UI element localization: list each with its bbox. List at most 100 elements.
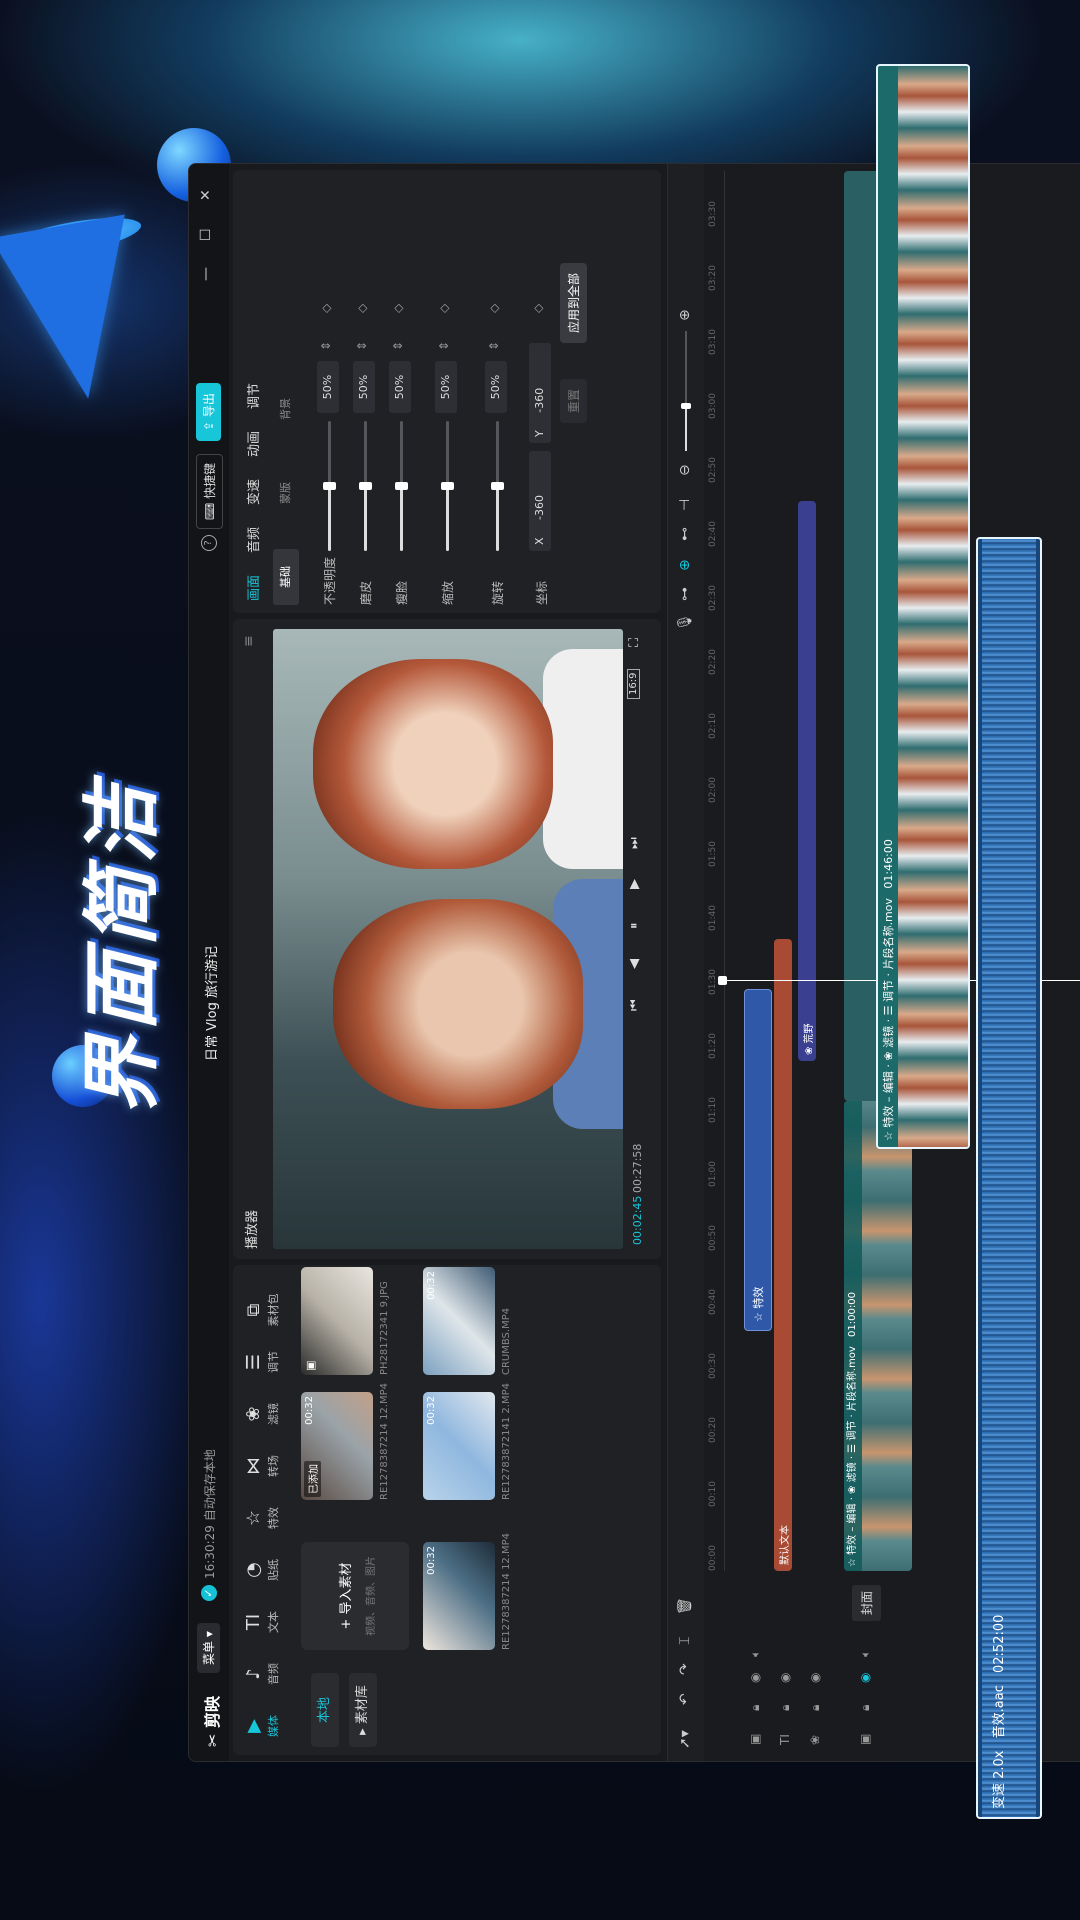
tab-animation[interactable]: 动画	[243, 431, 262, 457]
subtab-basic[interactable]: 基础	[273, 549, 299, 605]
link-preview-icon[interactable]: ⊷	[677, 527, 693, 541]
property-slider[interactable]	[395, 421, 408, 551]
redo-icon[interactable]: ↷	[677, 1663, 693, 1675]
prev-frame-icon[interactable]: ◀	[627, 959, 642, 969]
stepper-icon[interactable]: ⇕	[355, 341, 369, 351]
slider-knob[interactable]	[395, 482, 408, 490]
tool-sticker[interactable]: ◔ 贴纸	[243, 1545, 281, 1595]
close-icon[interactable]: ✕	[198, 189, 214, 201]
property-value[interactable]: 50%	[389, 361, 411, 413]
mute-icon[interactable]: 🔈︎	[748, 1650, 763, 1657]
eye-icon[interactable]: ◉	[748, 1673, 762, 1683]
stepper-icon[interactable]: ⇕	[391, 341, 405, 351]
property-slider[interactable]	[323, 421, 336, 551]
filter-clip[interactable]: ❀ 荒野	[798, 501, 816, 1061]
menu-button[interactable]: 菜单 ▾	[197, 1623, 220, 1673]
selected-video-clip-overlay[interactable]: ☆ 特效 – 编辑 · ❀ 滤镜 · ☰ 调节 · 片段名称.mov 01:46…	[876, 64, 970, 1149]
shortcut-button[interactable]: ⌨ 快捷键	[196, 453, 223, 529]
maximize-icon[interactable]: ☐	[198, 228, 214, 241]
lock-icon[interactable]: 🔒︎	[778, 1705, 793, 1711]
select-tool-icon[interactable]: ➚▾	[677, 1730, 693, 1749]
main-video-clip[interactable]: ☆ 特效 – 编辑 · ❀ 滤镜 · ☰ 调节 · 片段名称.mov 01:00…	[844, 1101, 912, 1571]
skip-end-icon[interactable]: ⏭	[627, 837, 642, 849]
property-value[interactable]: 50%	[353, 361, 375, 413]
zoom-slider[interactable]	[681, 331, 691, 451]
next-frame-icon[interactable]: ▶	[627, 879, 642, 889]
position-x-field[interactable]: X -360	[529, 451, 551, 551]
zoom-out-icon[interactable]: ⊖	[677, 464, 693, 476]
tool-transition[interactable]: ⋈ 转场	[243, 1441, 281, 1491]
property-slider[interactable]	[491, 421, 504, 551]
import-media-button[interactable]: + 导入素材 视频、音频、图片	[301, 1542, 409, 1650]
tab-picture[interactable]: 画面	[243, 575, 262, 601]
text-clip[interactable]: 默认文本	[774, 939, 792, 1571]
tool-effects[interactable]: ☆ 特效	[243, 1493, 281, 1543]
apply-all-button[interactable]: 应用到全部	[560, 262, 587, 343]
eye-icon[interactable]: ◉	[808, 1673, 822, 1683]
magnet-icon[interactable]: ⊕	[677, 559, 693, 571]
sidebar-item-local[interactable]: 本地	[311, 1673, 339, 1747]
minimize-icon[interactable]: —	[198, 267, 214, 281]
media-thumb[interactable]: 00:32	[423, 1542, 495, 1650]
aspect-ratio-button[interactable]: 16:9	[627, 668, 640, 699]
tool-adjust[interactable]: ☰ 调节	[243, 1337, 281, 1387]
subtab-background[interactable]: 背景	[273, 381, 299, 437]
reset-button[interactable]: 重置	[560, 378, 587, 423]
record-icon[interactable]: 🎙	[677, 613, 693, 631]
effect-clip[interactable]: ☆ 特效	[744, 989, 772, 1331]
fullscreen-icon[interactable]: ⛶	[627, 638, 642, 647]
keyframe-icon[interactable]: ◇	[319, 304, 333, 313]
zoom-knob[interactable]	[681, 403, 691, 409]
help-icon[interactable]: ?	[201, 535, 217, 551]
keyframe-icon[interactable]: ◇	[531, 304, 545, 313]
slider-knob[interactable]	[441, 482, 454, 490]
property-value[interactable]: 50%	[435, 361, 457, 413]
tab-speed[interactable]: 变速	[243, 479, 262, 505]
tab-adjust[interactable]: 调节	[243, 383, 262, 409]
player-menu-icon[interactable]: ≡	[241, 635, 257, 647]
undo-icon[interactable]: ↶	[677, 1693, 693, 1705]
slider-knob[interactable]	[491, 482, 504, 490]
play-pause-icon[interactable]: ⏸	[627, 923, 642, 930]
media-thumb[interactable]: 00:32 已添加	[301, 1392, 373, 1500]
stepper-icon[interactable]: ⇕	[487, 341, 501, 351]
subtab-mask[interactable]: 蒙版	[273, 465, 299, 521]
tool-text[interactable]: TI 文本	[243, 1597, 281, 1647]
tool-package[interactable]: ⧉ 素材包	[243, 1285, 281, 1335]
slider-knob[interactable]	[323, 482, 336, 490]
stepper-icon[interactable]: ⇕	[319, 341, 333, 351]
zoom-in-icon[interactable]: ⊕	[677, 309, 693, 321]
keyframe-icon[interactable]: ◇	[487, 304, 501, 313]
tool-filter[interactable]: ❀ 滤镜	[243, 1389, 281, 1439]
property-slider[interactable]	[359, 421, 372, 551]
align-icon[interactable]: ⊣	[677, 499, 693, 511]
keyframe-icon[interactable]: ◇	[437, 304, 451, 313]
keyframe-icon[interactable]: ◇	[391, 304, 405, 313]
property-slider[interactable]	[441, 421, 454, 551]
tool-media[interactable]: ▶ 媒体	[243, 1701, 281, 1751]
eye-icon[interactable]: ◉	[778, 1673, 792, 1683]
media-thumb[interactable]: ▣	[301, 1267, 373, 1375]
slider-knob[interactable]	[359, 482, 372, 490]
skip-start-icon[interactable]: ⏮	[627, 999, 642, 1011]
delete-icon[interactable]: 🗑	[677, 1597, 693, 1615]
cover-button[interactable]: 封面	[852, 1584, 881, 1621]
media-thumb[interactable]: 00:32	[423, 1392, 495, 1500]
property-value[interactable]: 50%	[317, 361, 339, 413]
split-icon[interactable]: ⌶	[677, 1637, 693, 1645]
lock-icon[interactable]: 🔒︎	[748, 1705, 763, 1711]
tool-audio[interactable]: ♪ 音频	[243, 1649, 281, 1699]
lock-icon[interactable]: 🔒︎	[858, 1705, 873, 1711]
mute-icon[interactable]: 🔈︎	[858, 1650, 873, 1657]
export-button[interactable]: ⇪ 导出	[196, 383, 221, 441]
eye-icon[interactable]: ◉	[858, 1673, 872, 1683]
sidebar-item-library[interactable]: ▸ 素材库	[349, 1673, 377, 1747]
media-thumb[interactable]: 00:32	[423, 1267, 495, 1375]
selected-audio-clip-overlay[interactable]: 变速 2.0x 音效.aac 02:52:00	[976, 537, 1042, 1819]
link-icon[interactable]: ⊶	[677, 587, 693, 601]
lock-icon[interactable]: 🔒︎	[808, 1705, 823, 1711]
property-value[interactable]: 50%	[485, 361, 507, 413]
stepper-icon[interactable]: ⇕	[437, 341, 451, 351]
keyframe-icon[interactable]: ◇	[355, 304, 369, 313]
tab-audio[interactable]: 音频	[243, 527, 262, 553]
